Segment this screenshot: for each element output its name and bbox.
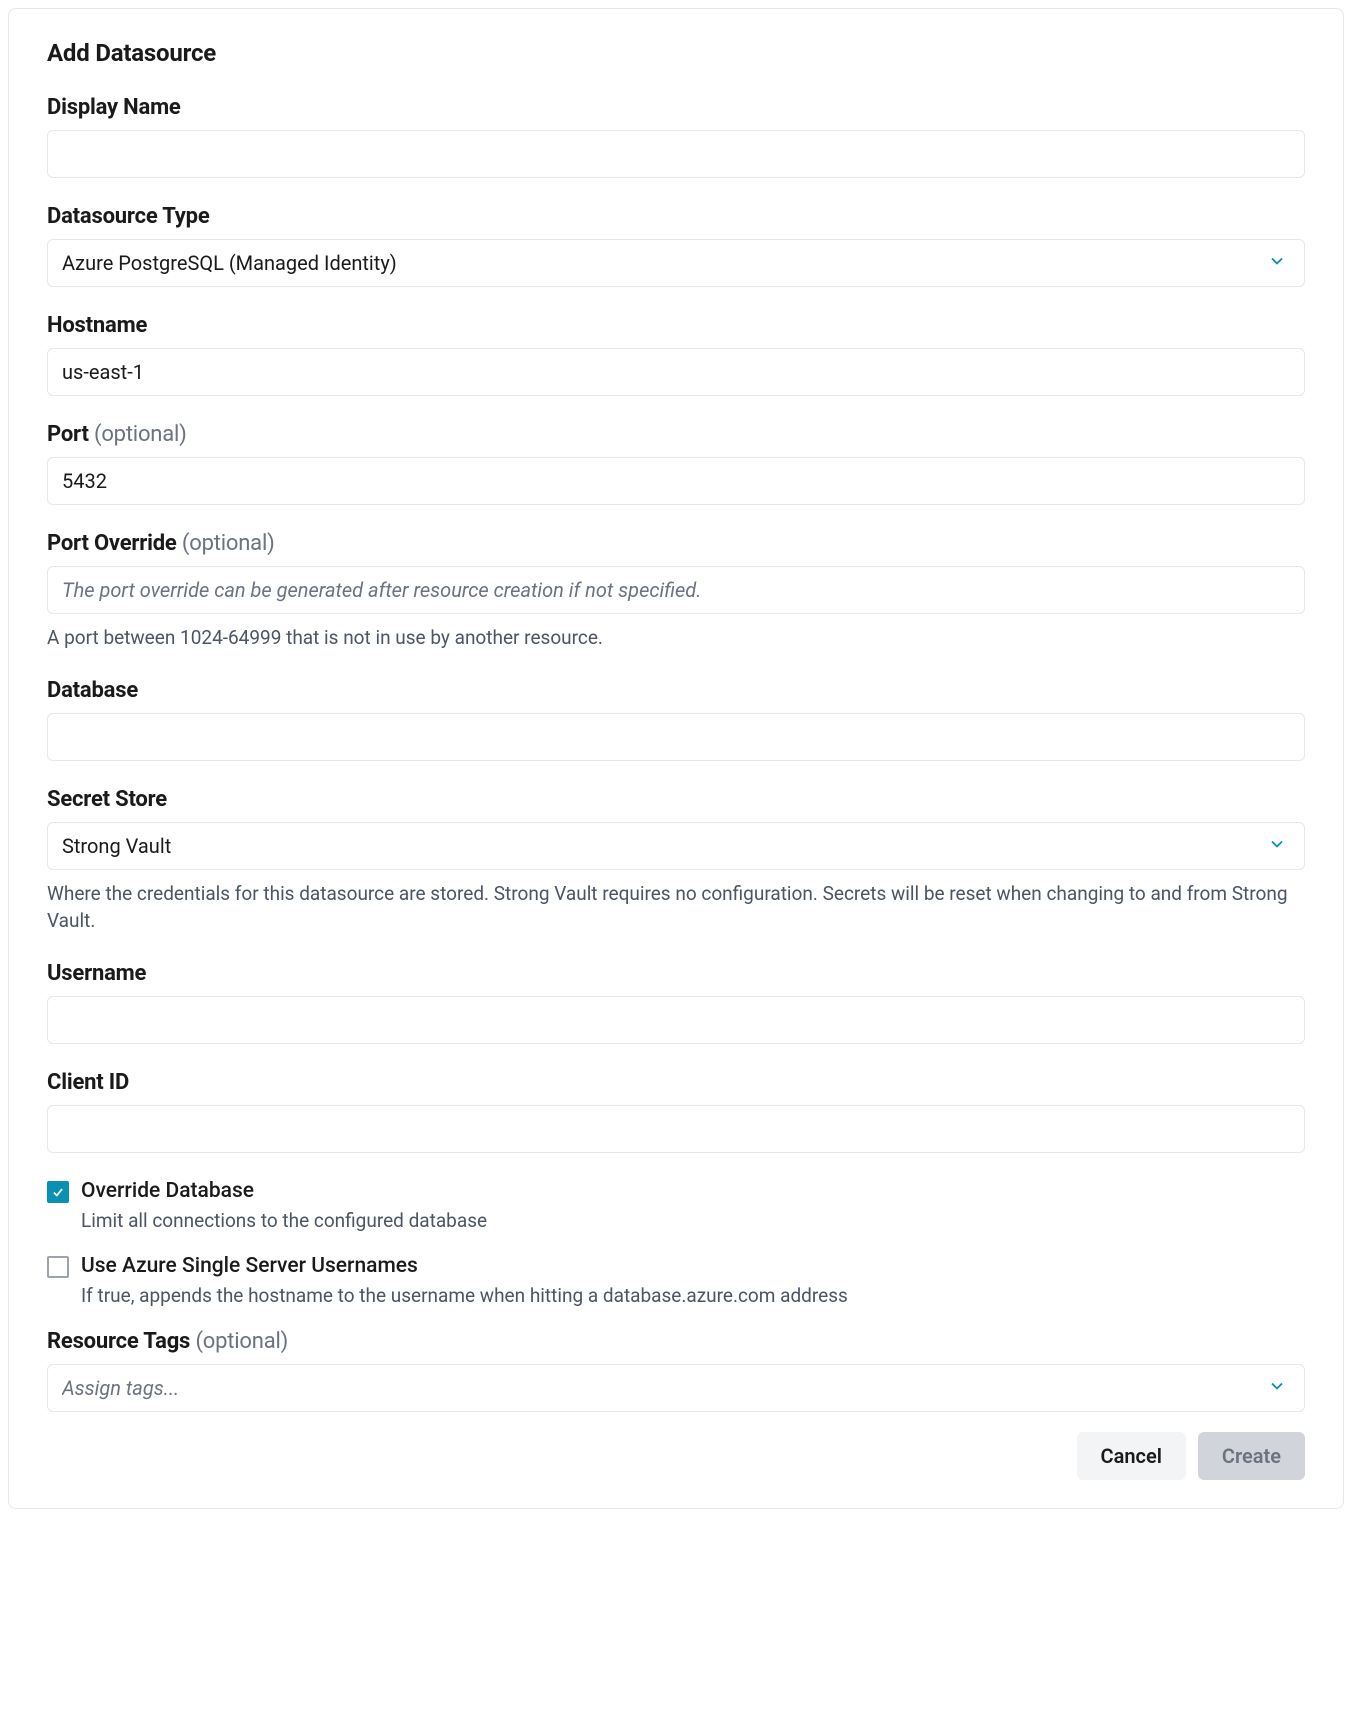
port-override-help: A port between 1024-64999 that is not in… (47, 624, 1305, 652)
hostname-input[interactable] (47, 348, 1305, 396)
use-azure-single-label: Use Azure Single Server Usernames (81, 1254, 418, 1278)
resource-tags-input[interactable] (47, 1364, 1305, 1412)
secret-store-help: Where the credentials for this datasourc… (47, 880, 1305, 935)
cancel-button[interactable]: Cancel (1077, 1432, 1186, 1480)
use-azure-single-checkbox[interactable] (47, 1256, 69, 1278)
override-database-row: Override Database Limit all connections … (47, 1179, 1305, 1232)
client-id-label: Client ID (47, 1070, 1305, 1095)
port-override-input[interactable] (47, 566, 1305, 614)
port-override-optional: (optional) (182, 531, 275, 556)
client-id-field: Client ID (47, 1070, 1305, 1153)
database-label: Database (47, 678, 1305, 703)
datasource-type-field: Datasource Type (47, 204, 1305, 287)
display-name-input[interactable] (47, 130, 1305, 178)
display-name-field: Display Name (47, 95, 1305, 178)
resource-tags-label-text: Resource Tags (47, 1329, 190, 1354)
username-label: Username (47, 961, 1305, 986)
resource-tags-label: Resource Tags (optional) (47, 1329, 1305, 1354)
port-override-field: Port Override (optional) A port between … (47, 531, 1305, 652)
override-database-checkbox[interactable] (47, 1181, 69, 1203)
database-input[interactable] (47, 713, 1305, 761)
add-datasource-form: Add Datasource Display Name Datasource T… (8, 8, 1344, 1509)
form-title: Add Datasource (47, 39, 1305, 67)
resource-tags-optional: (optional) (195, 1329, 288, 1354)
secret-store-label: Secret Store (47, 787, 1305, 812)
form-footer: Cancel Create (47, 1432, 1305, 1480)
client-id-input[interactable] (47, 1105, 1305, 1153)
username-field: Username (47, 961, 1305, 1044)
display-name-label: Display Name (47, 95, 1305, 120)
create-button[interactable]: Create (1198, 1432, 1305, 1480)
datasource-type-label: Datasource Type (47, 204, 1305, 229)
port-field: Port (optional) (47, 422, 1305, 505)
use-azure-single-row: Use Azure Single Server Usernames If tru… (47, 1254, 1305, 1307)
hostname-field: Hostname (47, 313, 1305, 396)
port-label-text: Port (47, 422, 89, 447)
username-input[interactable] (47, 996, 1305, 1044)
port-override-label-text: Port Override (47, 531, 177, 556)
port-label: Port (optional) (47, 422, 1305, 447)
hostname-label: Hostname (47, 313, 1305, 338)
secret-store-field: Secret Store Where the credentials for t… (47, 787, 1305, 935)
database-field: Database (47, 678, 1305, 761)
port-optional: (optional) (94, 422, 187, 447)
resource-tags-field: Resource Tags (optional) (47, 1329, 1305, 1412)
secret-store-select[interactable] (47, 822, 1305, 870)
use-azure-single-help: If true, appends the hostname to the use… (81, 1284, 1305, 1307)
port-override-label: Port Override (optional) (47, 531, 1305, 556)
port-input[interactable] (47, 457, 1305, 505)
override-database-help: Limit all connections to the configured … (81, 1209, 1305, 1232)
override-database-label: Override Database (81, 1179, 254, 1203)
datasource-type-select[interactable] (47, 239, 1305, 287)
